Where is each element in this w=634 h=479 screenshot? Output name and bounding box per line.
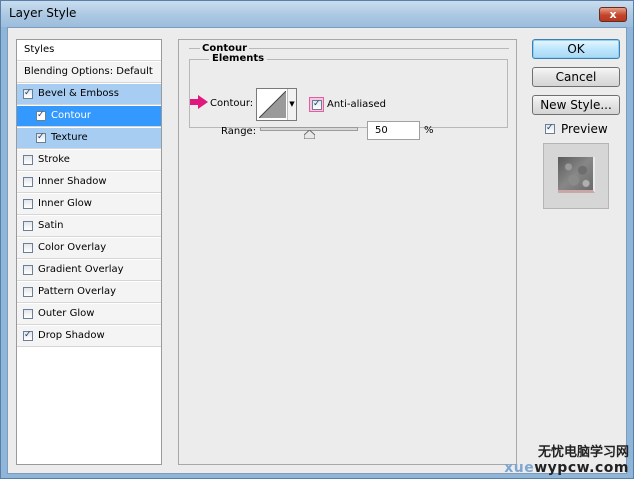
style-item-label: Texture	[51, 132, 88, 143]
styles-list: Styles Blending Options: Default Bevel &…	[16, 39, 162, 465]
style-item-label: Contour	[51, 110, 91, 121]
style-item-label: Bevel & Emboss	[38, 88, 119, 99]
style-item-label: Outer Glow	[38, 308, 95, 319]
watermark-url: xuewypcw.com	[504, 460, 629, 476]
blending-options-item[interactable]: Blending Options: Default	[17, 62, 161, 83]
gradient-overlay-checkbox[interactable]	[23, 265, 33, 275]
preview-checkbox[interactable]	[545, 123, 555, 134]
color-overlay-checkbox[interactable]	[23, 243, 33, 253]
styles-header-label: Styles	[24, 44, 55, 55]
style-item-label: Color Overlay	[38, 242, 107, 253]
style-item-label: Gradient Overlay	[38, 264, 124, 275]
title-bar: Layer Style x	[1, 1, 633, 27]
contour-picker[interactable]: ▼	[256, 88, 297, 121]
anti-aliased-checkbox[interactable]	[312, 99, 322, 110]
elements-group: Elements Contour: ▼ An	[189, 53, 508, 140]
new-style-button[interactable]: New Style...	[532, 95, 620, 115]
contour-checkbox[interactable]	[36, 110, 46, 121]
inner-shadow-checkbox[interactable]	[23, 177, 33, 187]
dialog-client-area: Styles Blending Options: Default Bevel &…	[7, 27, 627, 474]
watermark-cn: 无忧电脑学习网	[537, 445, 629, 460]
contour-curve-icon	[259, 91, 286, 118]
anti-aliased-label: Anti-aliased	[327, 99, 387, 110]
style-item-drop-shadow[interactable]: Drop Shadow	[17, 326, 161, 347]
contour-label: Contour:	[210, 98, 254, 109]
style-item-outer-glow[interactable]: Outer Glow	[17, 304, 161, 325]
style-item-label: Inner Shadow	[38, 176, 107, 187]
close-button[interactable]: x	[599, 7, 627, 22]
outer-glow-checkbox[interactable]	[23, 309, 33, 319]
style-preview-thumbnail	[543, 143, 609, 209]
inner-glow-checkbox[interactable]	[23, 199, 33, 209]
pattern-overlay-checkbox[interactable]	[23, 287, 33, 297]
blending-options-label: Blending Options: Default	[24, 66, 153, 77]
range-label: Range:	[221, 126, 257, 137]
style-item-bevel-emboss[interactable]: Bevel & Emboss	[17, 84, 161, 105]
watermark-url-main: wypcw.com	[534, 460, 629, 476]
style-item-label: Drop Shadow	[38, 330, 105, 341]
style-item-label: Inner Glow	[38, 198, 92, 209]
style-item-label: Pattern Overlay	[38, 286, 117, 297]
stroke-checkbox[interactable]	[23, 155, 33, 165]
chevron-down-icon[interactable]: ▼	[287, 89, 296, 120]
cancel-button[interactable]: Cancel	[532, 67, 620, 87]
style-item-stroke[interactable]: Stroke	[17, 150, 161, 171]
watermark: 无忧电脑学习网 xuewypcw.com	[504, 441, 629, 476]
slider-thumb-icon[interactable]	[303, 130, 315, 139]
layer-style-dialog: Layer Style x Styles Blending Options: D…	[0, 0, 634, 479]
watermark-url-faint: xue	[504, 460, 535, 476]
anti-aliased-highlight	[309, 97, 324, 112]
style-item-inner-shadow[interactable]: Inner Shadow	[17, 172, 161, 193]
styles-header: Styles	[17, 40, 161, 61]
style-item-texture[interactable]: Texture	[17, 128, 161, 149]
texture-checkbox[interactable]	[36, 132, 46, 143]
style-item-label: Satin	[38, 220, 64, 231]
contour-settings-panel: Contour Elements Contour: ▼ ✓ Anti-alias…	[178, 39, 517, 465]
range-input[interactable]: 50	[367, 121, 420, 140]
style-item-gradient-overlay[interactable]: Gradient Overlay	[17, 260, 161, 281]
style-item-contour[interactable]: Contour	[17, 106, 161, 127]
window-title: Layer Style	[9, 6, 77, 20]
pink-arrow-icon	[190, 95, 208, 109]
ok-button[interactable]: OK	[532, 39, 620, 59]
range-unit: %	[424, 125, 434, 136]
style-item-inner-glow[interactable]: Inner Glow	[17, 194, 161, 215]
bevel-emboss-checkbox[interactable]	[23, 88, 33, 99]
style-item-pattern-overlay[interactable]: Pattern Overlay	[17, 282, 161, 303]
drop-shadow-checkbox[interactable]	[23, 330, 33, 341]
satin-checkbox[interactable]	[23, 221, 33, 231]
style-item-label: Stroke	[38, 154, 70, 165]
style-item-satin[interactable]: Satin	[17, 216, 161, 237]
style-item-color-overlay[interactable]: Color Overlay	[17, 238, 161, 259]
texture-preview-swatch	[558, 157, 595, 193]
elements-group-title: Elements	[209, 53, 268, 64]
preview-label: Preview	[561, 122, 608, 136]
